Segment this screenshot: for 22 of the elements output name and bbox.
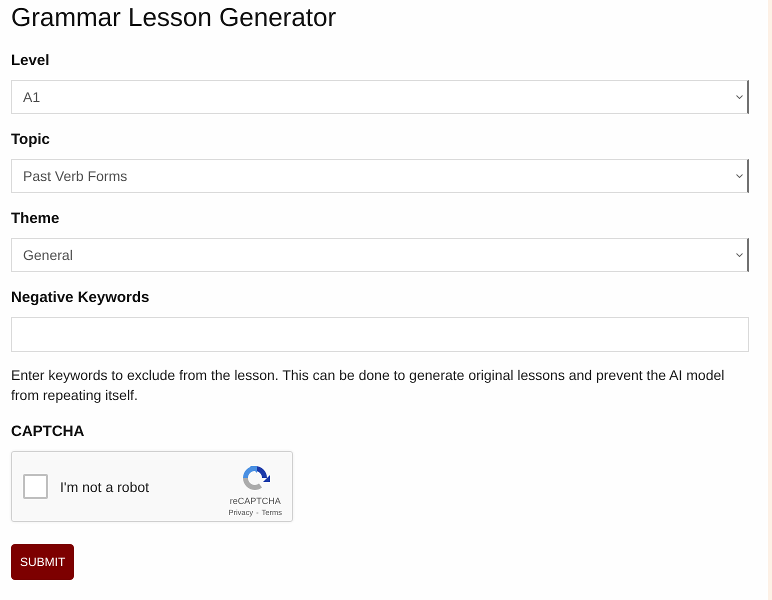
field-label: Theme [11, 209, 60, 229]
dropdown-select[interactable]: Past Verb Forms [11, 159, 749, 193]
chevron-down-icon [736, 253, 743, 257]
chevron-down-icon [736, 174, 743, 178]
page-title: Grammar Lesson Generator [11, 1, 336, 34]
help-text: Enter keywords to exclude from the lesson. This can be done to generate original lessons and prevent the AI model from repeating itself. [11, 366, 726, 405]
recaptcha-logo-icon [240, 463, 270, 493]
checkbox-label: I'm not a robot [60, 478, 150, 494]
chevron-down-icon [736, 95, 743, 99]
field-label: CAPTCHA [11, 422, 84, 442]
field-label: Negative Keywords [11, 288, 150, 308]
dropdown-select[interactable]: General [11, 238, 749, 272]
select-value: A1 [23, 89, 40, 105]
submit-button[interactable]: SUBMIT [11, 544, 74, 580]
dropdown-select[interactable]: A1 [11, 80, 749, 114]
field-label: Level [11, 51, 50, 71]
select-value: General [23, 247, 73, 263]
field-label: Topic [11, 130, 50, 150]
select-value: Past Verb Forms [23, 168, 128, 184]
brand-text: reCAPTCHA [230, 496, 281, 507]
checkbox[interactable] [23, 474, 48, 499]
input-field[interactable] [11, 317, 749, 352]
